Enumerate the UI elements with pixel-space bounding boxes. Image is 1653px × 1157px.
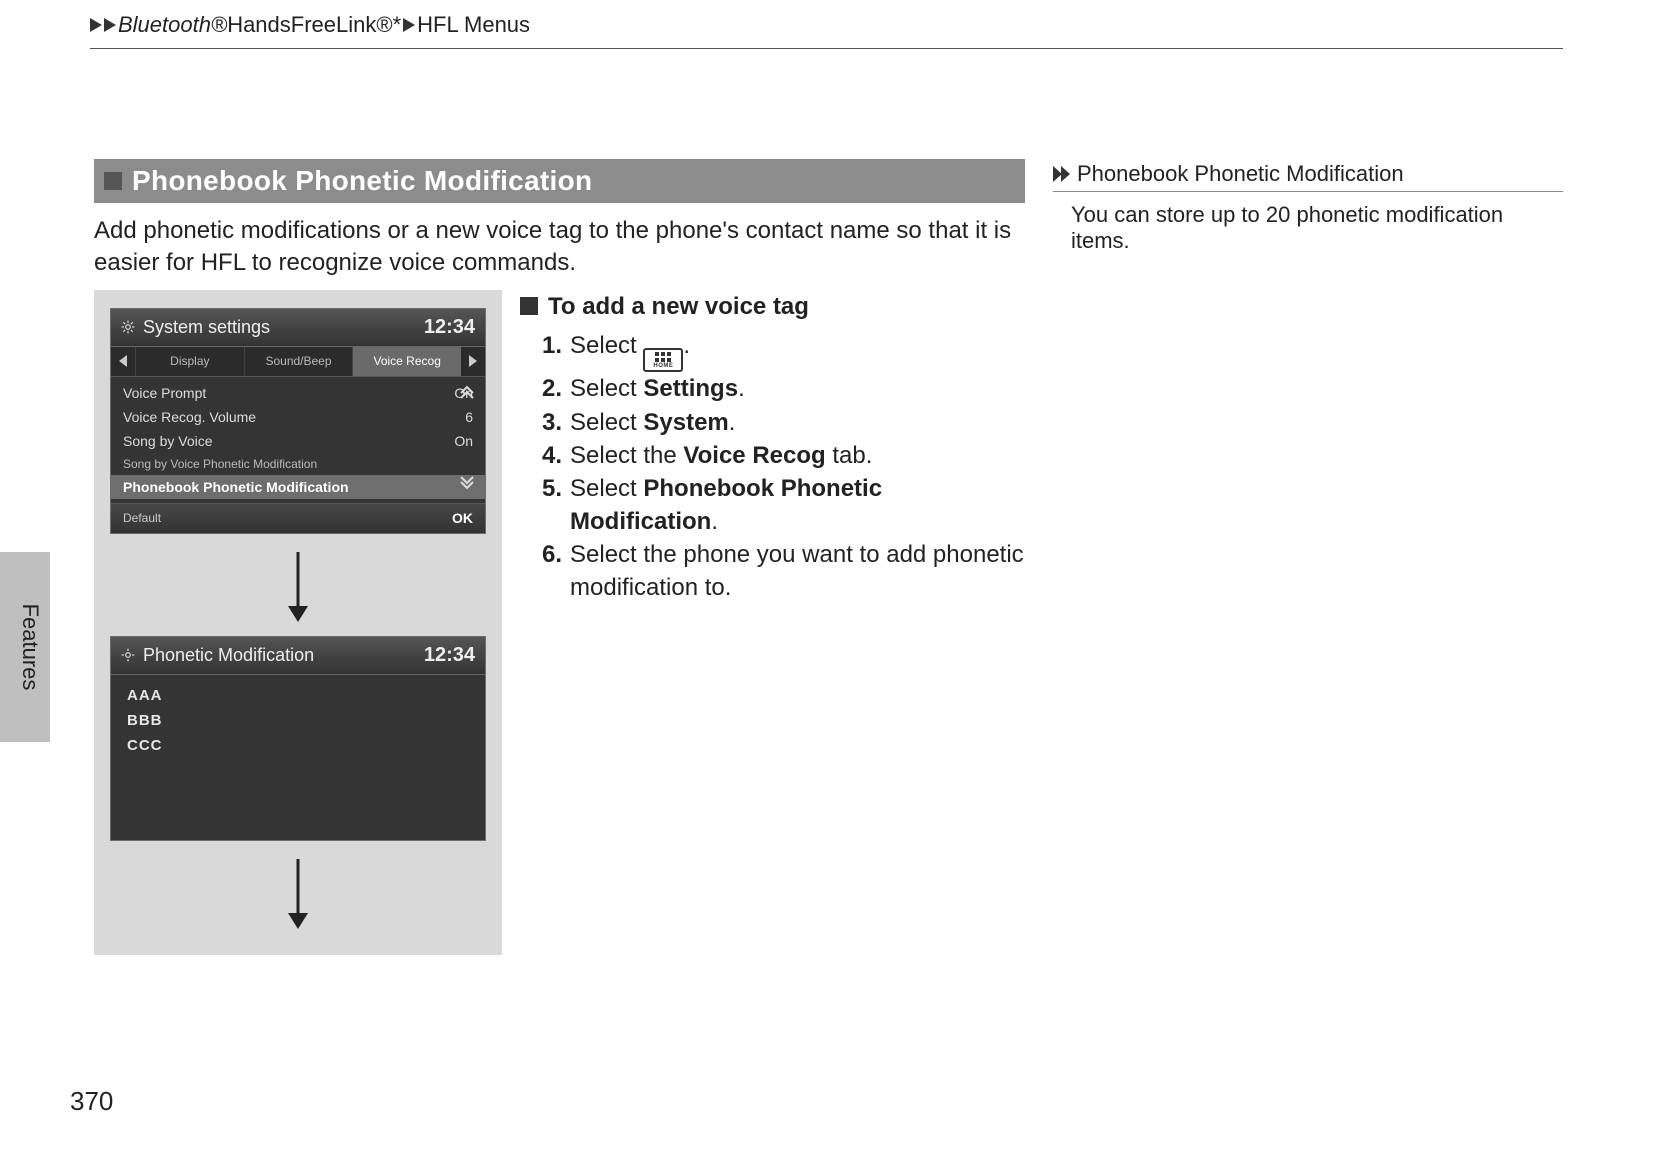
list-item[interactable]: CCC (127, 733, 469, 758)
list-item[interactable]: AAA (127, 683, 469, 708)
tab-voice-recog[interactable]: Voice Recog (352, 347, 461, 376)
down-arrow-icon (285, 552, 311, 622)
breadcrumb-seg1: Bluetooth® (118, 12, 227, 38)
clock: 12:34 (424, 316, 475, 339)
section-heading: Phonebook Phonetic Modification (94, 159, 1025, 203)
scroll-down-icon[interactable] (459, 476, 481, 497)
step-3: 3. Select System. (542, 406, 1025, 439)
section-tab-features: Features (0, 552, 50, 742)
setting-row[interactable]: Song by VoiceOn (111, 429, 485, 453)
step-1: 1. Select HOME. (542, 329, 1025, 373)
tab-prev-icon[interactable] (111, 347, 135, 376)
breadcrumb-arrow-icon (403, 18, 415, 32)
breadcrumb-seg2: HandsFreeLink®* (227, 12, 401, 38)
down-arrow-icon (285, 859, 311, 929)
steps: To add a new voice tag 1. Select HOME. 2… (520, 290, 1025, 955)
breadcrumb-arrow-icon (90, 18, 102, 32)
default-button[interactable]: Default (123, 511, 161, 525)
note-heading: Phonebook Phonetic Modification (1053, 161, 1563, 192)
home-icon: HOME (643, 348, 683, 372)
step-5: 5. Select Phonebook Phonetic Modificatio… (542, 472, 1025, 538)
setting-row[interactable]: Song by Voice Phonetic Modification (111, 453, 485, 475)
step-2: 2. Select Settings. (542, 372, 1025, 405)
gear-icon (121, 320, 135, 334)
clock: 12:34 (424, 644, 475, 667)
intro-paragraph: Add phonetic modifications or a new voic… (94, 215, 1025, 280)
scroll-up-icon[interactable] (459, 383, 481, 404)
screenshot-phonetic-modification: Phonetic Modification 12:34 AAA BBB CCC (110, 636, 486, 841)
note-body: You can store up to 20 phonetic modifica… (1071, 202, 1563, 254)
tab-sound-beep[interactable]: Sound/Beep (244, 347, 353, 376)
heading-text: Phonebook Phonetic Modification (132, 165, 592, 197)
screenshot-system-settings: System settings 12:34 Display Sound/Beep… (110, 308, 486, 534)
setting-row[interactable]: Voice PromptOn (111, 381, 485, 405)
screen-title: Phonetic Modification (143, 645, 424, 666)
gear-icon (121, 648, 135, 662)
heading-bullet-icon (520, 297, 538, 315)
ok-button[interactable]: OK (452, 510, 473, 526)
breadcrumb: Bluetooth® HandsFreeLink®* HFL Menus (90, 0, 1563, 50)
breadcrumb-seg3: HFL Menus (417, 12, 530, 38)
steps-subheading: To add a new voice tag (520, 290, 1025, 323)
tab-display[interactable]: Display (135, 347, 244, 376)
setting-row[interactable]: Voice Recog. Volume6 (111, 405, 485, 429)
heading-bullet-icon (104, 172, 122, 190)
note-chevron-icon (1053, 166, 1071, 182)
tab-next-icon[interactable] (461, 347, 485, 376)
page-number: 370 (70, 1086, 113, 1117)
setting-row-selected[interactable]: Phonebook Phonetic Modification (111, 475, 485, 499)
header-rule (90, 48, 1563, 49)
list-item[interactable]: BBB (127, 708, 469, 733)
screenshot-panel: System settings 12:34 Display Sound/Beep… (94, 290, 502, 955)
breadcrumb-arrow-icon (104, 18, 116, 32)
screen-title: System settings (143, 317, 424, 338)
step-4: 4. Select the Voice Recog tab. (542, 439, 1025, 472)
step-6: 6. Select the phone you want to add phon… (542, 538, 1025, 604)
